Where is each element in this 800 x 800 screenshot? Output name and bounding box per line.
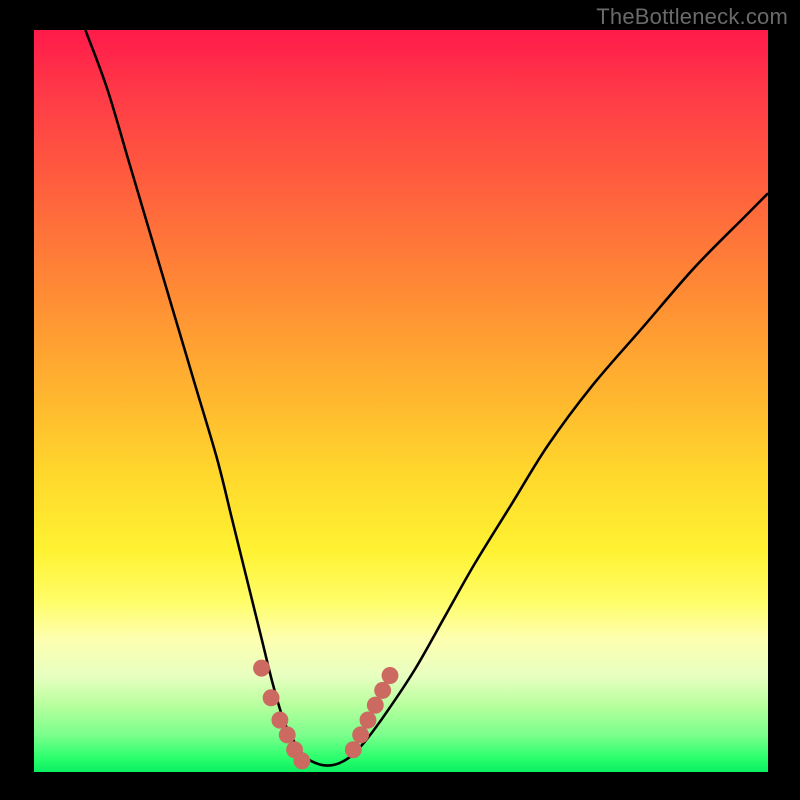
curve-marker-dot bbox=[367, 697, 384, 714]
curve-marker-dot bbox=[360, 712, 377, 729]
curve-marker-dot bbox=[382, 667, 399, 684]
curve-marker-dot bbox=[345, 741, 362, 758]
marker-group-left bbox=[253, 660, 310, 770]
watermark-text: TheBottleneck.com bbox=[596, 4, 788, 30]
curve-marker-dot bbox=[271, 712, 288, 729]
curve-marker-dot bbox=[253, 660, 270, 677]
marker-group-right bbox=[345, 667, 399, 758]
curve-marker-dot bbox=[374, 682, 391, 699]
chart-frame: TheBottleneck.com bbox=[0, 0, 800, 800]
curve-marker-dot bbox=[263, 689, 280, 706]
curve-marker-dot bbox=[293, 752, 310, 769]
curve-marker-dot bbox=[352, 726, 369, 743]
curve-marker-dot bbox=[279, 726, 296, 743]
bottleneck-curve-path bbox=[85, 30, 768, 766]
curve-overlay bbox=[34, 30, 768, 772]
